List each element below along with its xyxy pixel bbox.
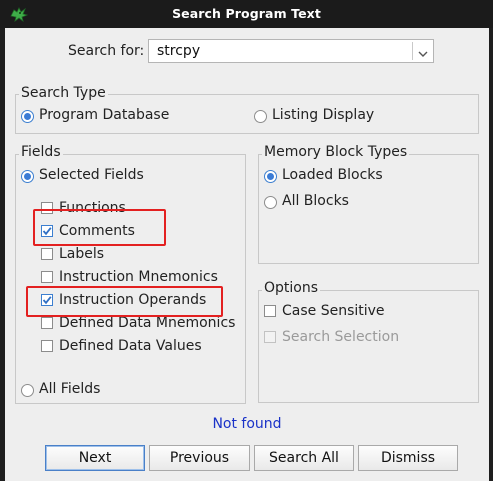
selected-fields-radio[interactable] (21, 170, 34, 183)
program-database-label[interactable]: Program Database (39, 107, 169, 123)
search-all-button[interactable]: Search All (254, 445, 354, 471)
loaded-blocks-radio[interactable] (264, 170, 277, 183)
all-blocks-radio[interactable] (264, 196, 277, 209)
defined-data-values-label[interactable]: Defined Data Values (59, 338, 202, 354)
defined-data-values-checkbox[interactable] (41, 340, 53, 352)
fields-title: Fields (19, 144, 63, 160)
listing-display-radio[interactable] (254, 110, 267, 123)
chevron-down-icon[interactable] (417, 45, 429, 57)
listing-display-label[interactable]: Listing Display (272, 107, 374, 123)
instruction-mnemonics-label[interactable]: Instruction Mnemonics (59, 269, 218, 285)
next-button[interactable]: Next (45, 445, 145, 471)
loaded-blocks-label[interactable]: Loaded Blocks (282, 167, 383, 183)
search-selection-checkbox (264, 331, 276, 343)
options-title: Options (262, 280, 321, 296)
defined-data-mnemonics-label[interactable]: Defined Data Mnemonics (59, 315, 235, 331)
instruction-mnemonics-checkbox[interactable] (41, 271, 53, 283)
case-sensitive-checkbox[interactable] (264, 305, 276, 317)
defined-data-mnemonics-checkbox[interactable] (41, 317, 53, 329)
labels-label[interactable]: Labels (59, 246, 104, 262)
search-selection-label: Search Selection (282, 329, 400, 345)
previous-button[interactable]: Previous (149, 445, 250, 471)
comments-highlight (33, 209, 166, 246)
labels-checkbox[interactable] (41, 248, 53, 260)
selected-fields-label[interactable]: Selected Fields (39, 167, 144, 183)
search-input[interactable]: strcpy (157, 43, 200, 59)
dismiss-button[interactable]: Dismiss (358, 445, 458, 471)
combo-separator (412, 42, 413, 60)
search-for-label: Search for: (68, 43, 145, 59)
case-sensitive-label[interactable]: Case Sensitive (282, 303, 385, 319)
program-database-radio[interactable] (21, 110, 34, 123)
memory-block-types-title: Memory Block Types (262, 144, 410, 160)
status-message: Not found (212, 416, 282, 432)
search-type-title: Search Type (19, 85, 108, 101)
all-fields-radio[interactable] (21, 384, 34, 397)
all-blocks-label[interactable]: All Blocks (282, 193, 349, 209)
search-combo[interactable]: strcpy (148, 39, 434, 63)
dialog-body: Search for: strcpy Search Type Program D… (5, 28, 489, 481)
title-bar[interactable]: Search Program Text (0, 0, 493, 28)
window-title: Search Program Text (172, 6, 321, 21)
instruction-operands-highlight (26, 286, 223, 317)
all-fields-label[interactable]: All Fields (39, 381, 100, 397)
